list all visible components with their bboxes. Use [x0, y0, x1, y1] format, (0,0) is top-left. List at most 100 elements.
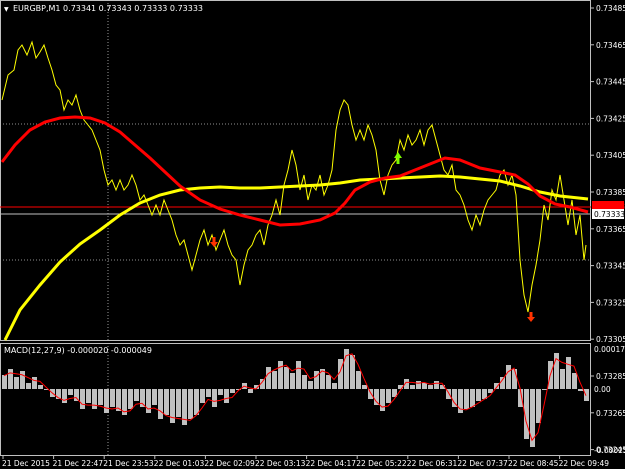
- macd-histogram-bar: [110, 389, 115, 407]
- macd-histogram-bar: [578, 389, 583, 391]
- macd-histogram-bar: [434, 381, 439, 389]
- macd-histogram-bar: [14, 377, 19, 389]
- macd-histogram-bar: [296, 361, 301, 389]
- macd-histogram-bar: [152, 389, 157, 405]
- macd-histogram-bar: [32, 377, 37, 389]
- macd-histogram-bar: [26, 383, 31, 389]
- macd-histogram-bar: [476, 389, 481, 401]
- macd-histogram-bar: [530, 389, 535, 447]
- time-axis-label: 22 Dec 08:45: [508, 459, 559, 468]
- macd-histogram-bar: [2, 375, 7, 389]
- price-line: [1, 40, 587, 313]
- macd-histogram-bar: [362, 385, 367, 389]
- macd-histogram-bar: [326, 375, 331, 389]
- price-axis-label: 0.73305: [596, 335, 625, 344]
- macd-histogram-bar: [38, 385, 43, 389]
- time-axis-label: 22 Dec 01:03: [154, 459, 205, 468]
- macd-histogram-bar: [356, 371, 361, 389]
- macd-histogram-bar: [218, 389, 223, 395]
- macd-histogram-bar: [500, 377, 505, 389]
- macd-histogram-bar: [62, 389, 67, 403]
- arrow-down-icon: [210, 237, 218, 247]
- macd-label: MACD(12,27,9) -0.000020 -0.000049: [4, 346, 152, 355]
- macd-histogram-bar: [566, 357, 571, 389]
- macd-histogram-bar: [134, 389, 139, 401]
- main-pane-frame: [0, 0, 591, 341]
- macd-histogram-bar: [230, 389, 235, 393]
- macd-histogram-bar: [194, 389, 199, 415]
- macd-histogram-bar: [536, 389, 541, 423]
- price-axis-label: 0.73465: [596, 41, 625, 50]
- macd-histogram-bar: [206, 389, 211, 397]
- price-axis-label: 0.73405: [596, 151, 625, 160]
- macd-histogram-bar: [248, 389, 253, 393]
- macd-histogram-bar: [350, 355, 355, 389]
- macd-histogram-bar: [128, 389, 133, 409]
- dropdown-icon[interactable]: ▼: [4, 6, 9, 13]
- macd-histogram-bar: [80, 389, 85, 409]
- macd-histogram-bar: [188, 389, 193, 419]
- arrow-up-icon: [394, 152, 402, 164]
- price-axis-label: 0.73485: [596, 4, 625, 13]
- macd-axis-label: 0.000179: [594, 345, 625, 354]
- macd-histogram-bar: [470, 389, 475, 407]
- macd-histogram-bar: [422, 383, 427, 389]
- macd-histogram-bar: [176, 389, 181, 417]
- macd-histogram-bar: [278, 361, 283, 389]
- macd-histogram-bar: [224, 389, 229, 403]
- macd-histogram-bar: [302, 375, 307, 389]
- macd-histogram-bar: [266, 367, 271, 389]
- macd-histogram-bar: [332, 383, 337, 389]
- price-axis-label: 0.73445: [596, 78, 625, 87]
- macd-histogram-bar: [164, 389, 169, 415]
- price-axis-label: 0.73425: [596, 114, 625, 123]
- macd-histogram-bar: [386, 389, 391, 403]
- macd-histogram-bar: [308, 381, 313, 389]
- price-axis-label: 0.73265: [596, 409, 625, 418]
- slow-moving-average: [3, 174, 589, 341]
- trading-chart[interactable]: ▼ EURGBP,M1 0.73341 0.73343 0.73333 0.73…: [0, 0, 625, 469]
- macd-signal-line: [3, 353, 587, 442]
- macd-histogram-bar: [20, 371, 25, 389]
- price-axis-label: 0.73285: [596, 372, 625, 381]
- macd-histogram-bar: [74, 389, 79, 401]
- fast-moving-average: [0, 115, 589, 227]
- macd-histogram-bar: [212, 389, 217, 407]
- time-axis: 21 Dec 2015 21 Dec 22:47 21 Dec 23:53 22 De…: [2, 456, 609, 468]
- macd-histogram-bar: [512, 369, 517, 389]
- current-price-tag-text: 0.73333: [594, 210, 625, 219]
- macd-histogram-bar: [410, 385, 415, 389]
- price-axis-label: 0.73365: [596, 225, 625, 234]
- time-axis-label: 21 Dec 2015: [2, 459, 50, 468]
- macd-histogram-bar: [374, 389, 379, 405]
- macd-histogram-bar: [314, 371, 319, 389]
- macd-histogram-bar: [272, 371, 277, 389]
- price-axis-label: 0.73325: [596, 298, 625, 307]
- time-axis-label: 21 Dec 22:47: [53, 459, 104, 468]
- time-axis-label: 22 Dec 07:37: [457, 459, 508, 468]
- macd-histogram-bar: [584, 389, 589, 401]
- macd-axis-label: -0.000253: [594, 446, 625, 455]
- macd-histogram-bar: [572, 373, 577, 389]
- time-axis-label: 22 Dec 03:13: [255, 459, 306, 468]
- macd-histogram-bar: [104, 389, 109, 413]
- symbol-header: EURGBP,M1 0.73341 0.73343 0.73333 0.7333…: [13, 4, 203, 13]
- macd-histogram-bar: [68, 389, 73, 395]
- macd-axis: 0.000179 0.00 -0.000253: [594, 345, 625, 455]
- macd-histogram-bar: [146, 389, 151, 413]
- price-axis-label: 0.73385: [596, 188, 625, 197]
- time-axis-label: 22 Dec 09:49: [559, 459, 610, 468]
- macd-histogram-bar: [380, 389, 385, 411]
- macd-histogram: [2, 349, 589, 447]
- macd-histogram-bar: [368, 389, 373, 399]
- time-axis-label: 22 Dec 04:17: [306, 459, 357, 468]
- time-axis-label: 22 Dec 05:22: [356, 459, 407, 468]
- macd-histogram-bar: [290, 373, 295, 389]
- macd-histogram-bar: [416, 381, 421, 389]
- macd-histogram-bar: [86, 389, 91, 403]
- time-axis-label: 22 Dec 02:09: [204, 459, 255, 468]
- macd-histogram-bar: [200, 389, 205, 403]
- macd-histogram-bar: [284, 367, 289, 389]
- macd-histogram-bar: [464, 389, 469, 409]
- time-axis-label: 22 Dec 06:31: [407, 459, 458, 468]
